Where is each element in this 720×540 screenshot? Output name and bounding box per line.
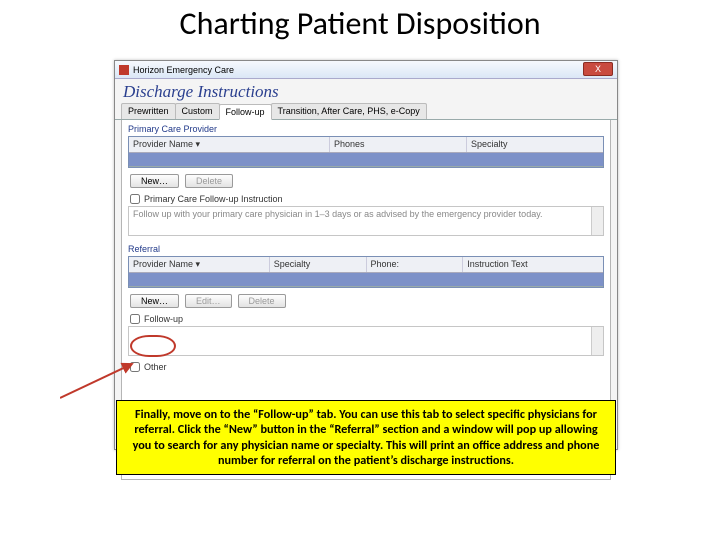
referral-edit-button[interactable]: Edit… <box>185 294 232 308</box>
primary-selected-row[interactable] <box>129 153 603 167</box>
referral-followup-checkbox[interactable]: Follow-up <box>122 314 610 324</box>
sort-icon: ▾ <box>196 259 201 269</box>
col-phone: Phone: <box>367 257 464 272</box>
col-instruction-text: Instruction Text <box>463 257 603 272</box>
referral-buttons: New… Edit… Delete <box>122 288 610 314</box>
referral-followup-check-label: Follow-up <box>144 314 183 324</box>
tab-custom[interactable]: Custom <box>175 103 220 119</box>
app-icon <box>119 65 129 75</box>
tab-bar: Prewritten Custom Follow-up Transition, … <box>115 103 617 120</box>
scrollbar[interactable] <box>591 327 603 355</box>
referral-delete-button[interactable]: Delete <box>238 294 286 308</box>
referral-grid[interactable]: Provider Name ▾ Specialty Phone: Instruc… <box>128 256 604 288</box>
slide-title: Charting Patient Disposition <box>0 0 720 53</box>
primary-new-button[interactable]: New… <box>130 174 179 188</box>
col-phone: Phones <box>330 137 467 152</box>
col-specialty: Specialty <box>270 257 367 272</box>
other-check-input[interactable] <box>130 362 140 372</box>
primary-followup-check-label: Primary Care Follow-up Instruction <box>144 194 283 204</box>
app-name: Horizon Emergency Care <box>133 65 234 75</box>
primary-grid[interactable]: Provider Name ▾ Phones Specialty <box>128 136 604 168</box>
instruction-caption: Finally, move on to the “Follow-up” tab.… <box>116 400 616 475</box>
primary-group-label: Primary Care Provider <box>122 124 610 136</box>
primary-buttons: New… Delete <box>122 168 610 194</box>
primary-instruction-box[interactable]: Follow up with your primary care physici… <box>128 206 604 236</box>
col-provider: Provider Name ▾ <box>129 137 330 152</box>
other-check-label: Other <box>144 362 167 372</box>
sort-icon: ▾ <box>196 139 201 149</box>
primary-followup-check-input[interactable] <box>130 194 140 204</box>
referral-instruction-box[interactable] <box>128 326 604 356</box>
other-checkbox[interactable]: Other <box>122 362 610 372</box>
col-specialty: Specialty <box>467 137 603 152</box>
window-titlebar: Horizon Emergency Care X <box>115 61 617 79</box>
tab-transition[interactable]: Transition, After Care, PHS, e-Copy <box>271 103 427 119</box>
primary-followup-checkbox[interactable]: Primary Care Follow-up Instruction <box>122 194 610 204</box>
primary-instruction-text: Follow up with your primary care physici… <box>129 207 603 221</box>
tab-prewritten[interactable]: Prewritten <box>121 103 176 119</box>
referral-new-button[interactable]: New… <box>130 294 179 308</box>
dialog-title: Discharge Instructions <box>115 79 617 103</box>
close-button[interactable]: X <box>583 62 613 76</box>
scrollbar[interactable] <box>591 207 603 235</box>
col-provider: Provider Name ▾ <box>129 257 270 272</box>
referral-group-label: Referral <box>122 244 610 256</box>
tab-follow-up[interactable]: Follow-up <box>219 104 272 120</box>
referral-grid-header: Provider Name ▾ Specialty Phone: Instruc… <box>129 257 603 273</box>
referral-followup-check-input[interactable] <box>130 314 140 324</box>
referral-selected-row[interactable] <box>129 273 603 287</box>
app-window: Horizon Emergency Care X Discharge Instr… <box>114 60 618 450</box>
primary-grid-header: Provider Name ▾ Phones Specialty <box>129 137 603 153</box>
primary-delete-button[interactable]: Delete <box>185 174 233 188</box>
